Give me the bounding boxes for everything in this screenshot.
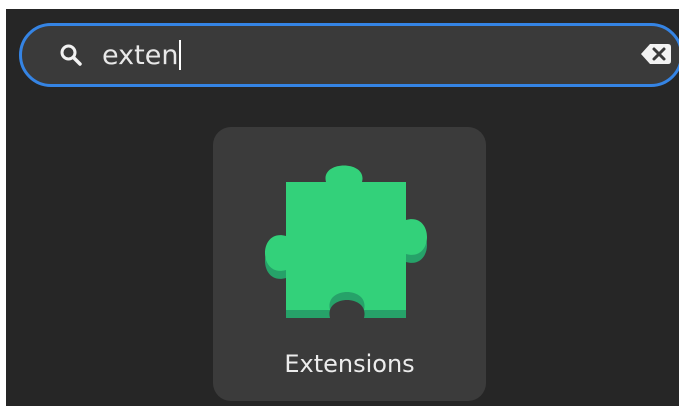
- search-query-display: exten: [102, 36, 182, 76]
- puzzle-piece-icon: [265, 165, 427, 318]
- clear-text-icon[interactable]: [640, 42, 672, 66]
- app-overview: exten Extensions: [6, 9, 679, 406]
- search-icon: [60, 44, 82, 66]
- search-bar[interactable]: exten: [19, 23, 679, 87]
- app-label: Extensions: [284, 350, 415, 378]
- search-query-text: exten: [102, 40, 179, 71]
- app-result-extensions[interactable]: Extensions: [213, 127, 486, 401]
- text-caret: [179, 39, 182, 70]
